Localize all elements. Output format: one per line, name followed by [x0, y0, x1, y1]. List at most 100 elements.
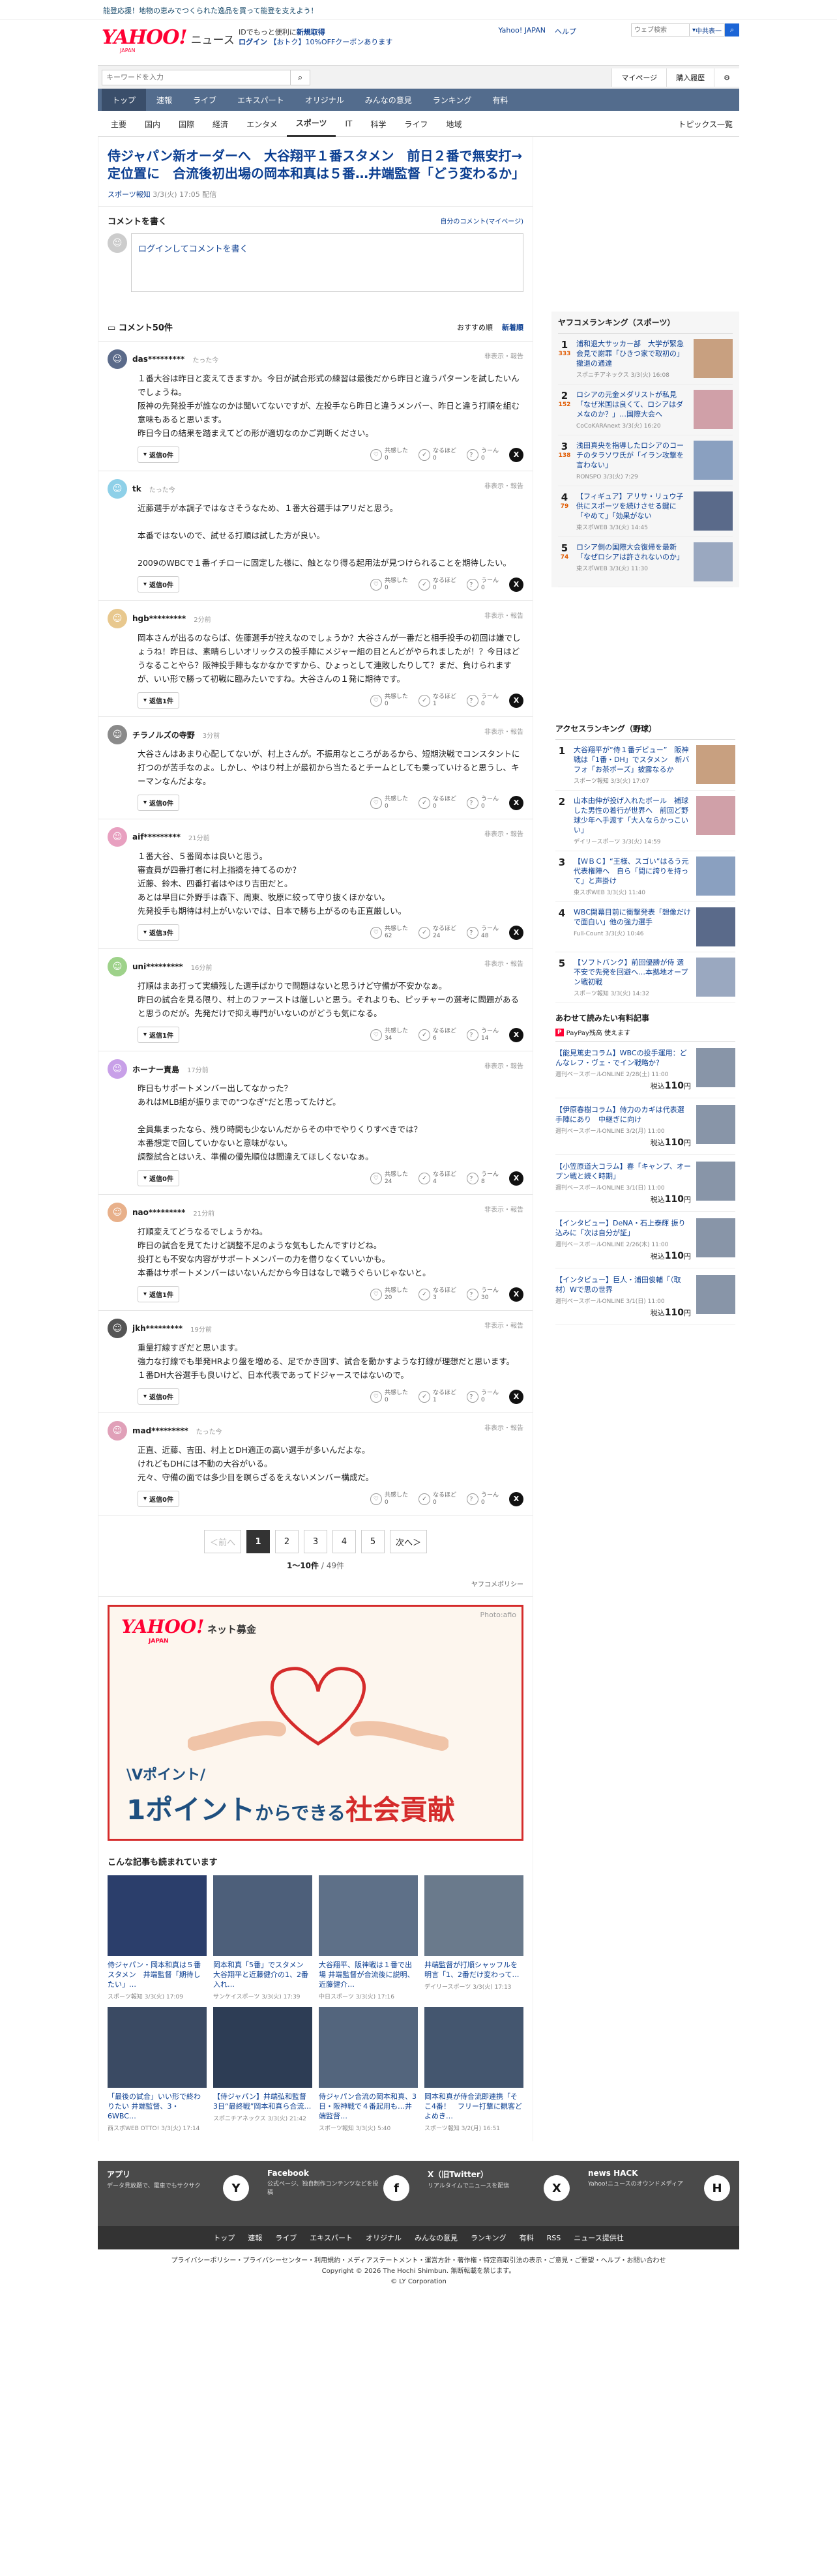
- recommend-item[interactable]: 侍ジャパン合流の岡本和真、3日・阪神戦で４番起用も…井端監督… スポーツ報知 3/…: [319, 2007, 418, 2132]
- ranking-item[interactable]: 2 152 ロシアの元金メダリストが私見「なぜ米国は良くて、ロシアはダメなのか？」……: [558, 385, 733, 435]
- prev-page[interactable]: ＜前へ: [203, 1530, 241, 1553]
- x-share-icon[interactable]: X: [509, 925, 523, 940]
- x-share-icon[interactable]: X: [509, 1171, 523, 1186]
- react-understand-button[interactable]: ✓ なるほど 4: [418, 1171, 456, 1186]
- comment-username[interactable]: uni*********: [132, 962, 183, 971]
- react-understand-button[interactable]: ✓ なるほど 0: [418, 1492, 456, 1506]
- report-link[interactable]: 非表示・報告: [484, 1422, 523, 1432]
- react-understand-button[interactable]: ✓ なるほど 3: [418, 1287, 456, 1302]
- x-share-icon[interactable]: X: [509, 693, 523, 708]
- react-understand-button[interactable]: ✓ なるほど 0: [418, 796, 456, 810]
- reply-button[interactable]: ▾ 返信0件: [138, 446, 179, 463]
- page-3[interactable]: 3: [304, 1530, 327, 1553]
- subnav-entertainment[interactable]: エンタメ: [237, 111, 287, 137]
- yahoo-news-logo[interactable]: YAHOO! JAPAN ニュース: [102, 28, 235, 54]
- page-1[interactable]: 1: [246, 1530, 270, 1553]
- tab-breaking[interactable]: 速報: [146, 89, 183, 111]
- react-empathy-button[interactable]: ♡ 共感した 0: [370, 1492, 408, 1506]
- recommend-item[interactable]: 「最後の試合」いい形で終わりたい 井端監督、3・6WBC… 西スポWEB OTTO…: [108, 2007, 207, 2132]
- recommend-item[interactable]: 侍ジャパン・岡本和真は５番スタメン 井端監督「期待したい」… スポーツ報知 3/3…: [108, 1875, 207, 2000]
- ranking-item[interactable]: 3 138 浅田真央を指導したロシアのコーチのタラソワ氏が「イラン攻撃を言わない」 R…: [558, 435, 733, 486]
- avatar[interactable]: ☺: [108, 1059, 127, 1079]
- footer-nav-link[interactable]: 有料: [520, 2232, 534, 2243]
- tab-live[interactable]: ライブ: [183, 89, 227, 111]
- ranking-item[interactable]: 4 WBC開幕目前に衝撃発表「想像だけで面白い」他の強力選手 Full-Count …: [555, 902, 735, 952]
- tab-ranking[interactable]: ランキング: [422, 89, 482, 111]
- footer-box[interactable]: news HACK Yahoo!ニュースのオウンドメディア H: [579, 2161, 739, 2226]
- ranking-item[interactable]: 3 【ＷＢＣ】“王様、スゴい”はるう元代表権陣へ 自ら「間に誇りを持って」と声掛け…: [555, 851, 735, 902]
- reply-button[interactable]: ▾ 返信1件: [138, 1027, 179, 1043]
- footer-nav-link[interactable]: オリジナル: [366, 2232, 402, 2243]
- page-2[interactable]: 2: [275, 1530, 299, 1553]
- reply-button[interactable]: ▾ 返信0件: [138, 1170, 179, 1186]
- paid-article-item[interactable]: 【伊原春樹コラム】侍力のカギは代表選手陣にあり 中継ぎに向け 週刊ベースボールON…: [555, 1098, 735, 1155]
- recommend-item[interactable]: 大谷翔平、阪神戦は１番で出場 井端監督が合流後に説明、近藤健介… 中日スポーツ 3…: [319, 1875, 418, 2000]
- subnav-economy[interactable]: 経済: [203, 111, 237, 137]
- react-empathy-button[interactable]: ♡ 共感した 0: [370, 796, 408, 810]
- reply-button[interactable]: ▾ 返信1件: [138, 692, 179, 709]
- react-empathy-button[interactable]: ♡ 共感した 62: [370, 926, 408, 940]
- react-understand-button[interactable]: ✓ なるほど 6: [418, 1028, 456, 1042]
- footer-box[interactable]: X（旧Twitter） リアルタイムでニュースを配信 X: [419, 2161, 579, 2226]
- react-empathy-button[interactable]: ♡ 共感した 0: [370, 448, 408, 462]
- footer-nav-link[interactable]: 速報: [248, 2232, 262, 2243]
- avatar[interactable]: ☺: [108, 725, 127, 744]
- report-link[interactable]: 非表示・報告: [484, 828, 523, 838]
- subnav-sports[interactable]: スポーツ: [286, 111, 336, 137]
- footer-nav-link[interactable]: ニュース提供社: [574, 2232, 623, 2243]
- footer-nav-link[interactable]: エキスパート: [310, 2232, 353, 2243]
- comment-username[interactable]: das*********: [132, 355, 184, 364]
- avatar[interactable]: ☺: [108, 349, 127, 369]
- topics-list-link[interactable]: トピックス一覧: [678, 119, 733, 130]
- footer-nav-link[interactable]: ライブ: [275, 2232, 297, 2243]
- comment-username[interactable]: mad*********: [132, 1426, 188, 1435]
- react-hmm-button[interactable]: ？うーん 0: [466, 796, 499, 810]
- report-link[interactable]: 非表示・報告: [484, 351, 523, 360]
- report-link[interactable]: 非表示・報告: [484, 1204, 523, 1214]
- ranking-item[interactable]: 4 79 【フィギュア】アリサ・リュウ子供にスポーツを続けさせる鍵に「やめて」「効果…: [558, 486, 733, 537]
- news-search-input[interactable]: [102, 70, 291, 85]
- web-search-input[interactable]: [630, 23, 690, 37]
- react-hmm-button[interactable]: ？うーん 0: [466, 1390, 499, 1404]
- react-understand-button[interactable]: ✓ なるほど 1: [418, 1390, 456, 1404]
- next-page[interactable]: 次へ＞: [390, 1530, 428, 1553]
- reply-button[interactable]: ▾ 返信3件: [138, 924, 179, 941]
- footer-nav-link[interactable]: トップ: [213, 2232, 235, 2243]
- react-understand-button[interactable]: ✓ なるほど 0: [418, 448, 456, 462]
- x-share-icon[interactable]: X: [509, 577, 523, 592]
- coupon-link[interactable]: 【おトク】10%OFFクーポンあります: [270, 38, 393, 46]
- yahoo-japan-link[interactable]: Yahoo! JAPAN: [498, 26, 546, 37]
- ranking-item[interactable]: 2 山本由伸が投げ入れたボール 補球した男性の着行が世界へ 前回ど野球少年へ手渡す…: [555, 791, 735, 851]
- subnav-it[interactable]: IT: [336, 111, 361, 137]
- sort-recommended[interactable]: おすすめ順: [457, 322, 493, 332]
- subnav-world[interactable]: 国際: [169, 111, 203, 137]
- comment-username[interactable]: hgb*********: [132, 614, 186, 623]
- x-share-icon[interactable]: X: [509, 447, 523, 462]
- react-understand-button[interactable]: ✓ なるほど 1: [418, 694, 456, 708]
- paid-article-item[interactable]: 【小笠原道大コラム】春「キャンプ、オープン戦と続く時期」 週刊ベースボールONLI…: [555, 1155, 735, 1212]
- avatar[interactable]: ☺: [108, 1421, 127, 1441]
- report-link[interactable]: 非表示・報告: [484, 1061, 523, 1070]
- web-search-option[interactable]: ▾ 中共表一: [689, 23, 725, 37]
- ranking-item[interactable]: 5 74 ロシア側の国際大会復帰を最新「なぜロシアは許されないのか」 東スポWEB 3…: [558, 537, 733, 587]
- comment-username[interactable]: ホーナー責島: [132, 1064, 179, 1075]
- react-understand-button[interactable]: ✓ なるほど 0: [418, 578, 456, 592]
- recommend-item[interactable]: 井端監督が打順シャッフルを明言「1、2番だけ変わって… デイリースポーツ 3/3(…: [424, 1875, 523, 2000]
- report-link[interactable]: 非表示・報告: [484, 610, 523, 620]
- web-search-button[interactable]: ⌕: [725, 23, 739, 37]
- reply-button[interactable]: ▾ 返信0件: [138, 576, 179, 593]
- comment-username[interactable]: tk: [132, 484, 141, 493]
- avatar[interactable]: ☺: [108, 827, 127, 847]
- sort-new[interactable]: 新着順: [502, 322, 523, 332]
- purchase-history-link[interactable]: 購入履歴: [666, 68, 714, 87]
- react-empathy-button[interactable]: ♡ 共感した 0: [370, 694, 408, 708]
- legal-links[interactable]: プライバシーポリシー・プライバシーセンター・利用規約・メディアステートメント・運…: [0, 2256, 837, 2266]
- avatar[interactable]: ☺: [108, 609, 127, 628]
- avatar[interactable]: ☺: [108, 1203, 127, 1222]
- promo-link[interactable]: 能登応援！地物の恵みでつくられた逸品を買って能登を支えよう！: [103, 5, 317, 16]
- footer-nav-link[interactable]: ランキング: [471, 2232, 507, 2243]
- react-hmm-button[interactable]: ？うーん 0: [466, 1492, 499, 1506]
- subnav-main[interactable]: 主要: [102, 111, 136, 137]
- ranking-item[interactable]: 1 大谷翔平が“侍１番デビュー” 阪神戦は「1番・DH」でスタメン 新バフォ「お茶…: [555, 740, 735, 791]
- my-comments-link[interactable]: 自分のコメント(マイページ): [440, 216, 523, 226]
